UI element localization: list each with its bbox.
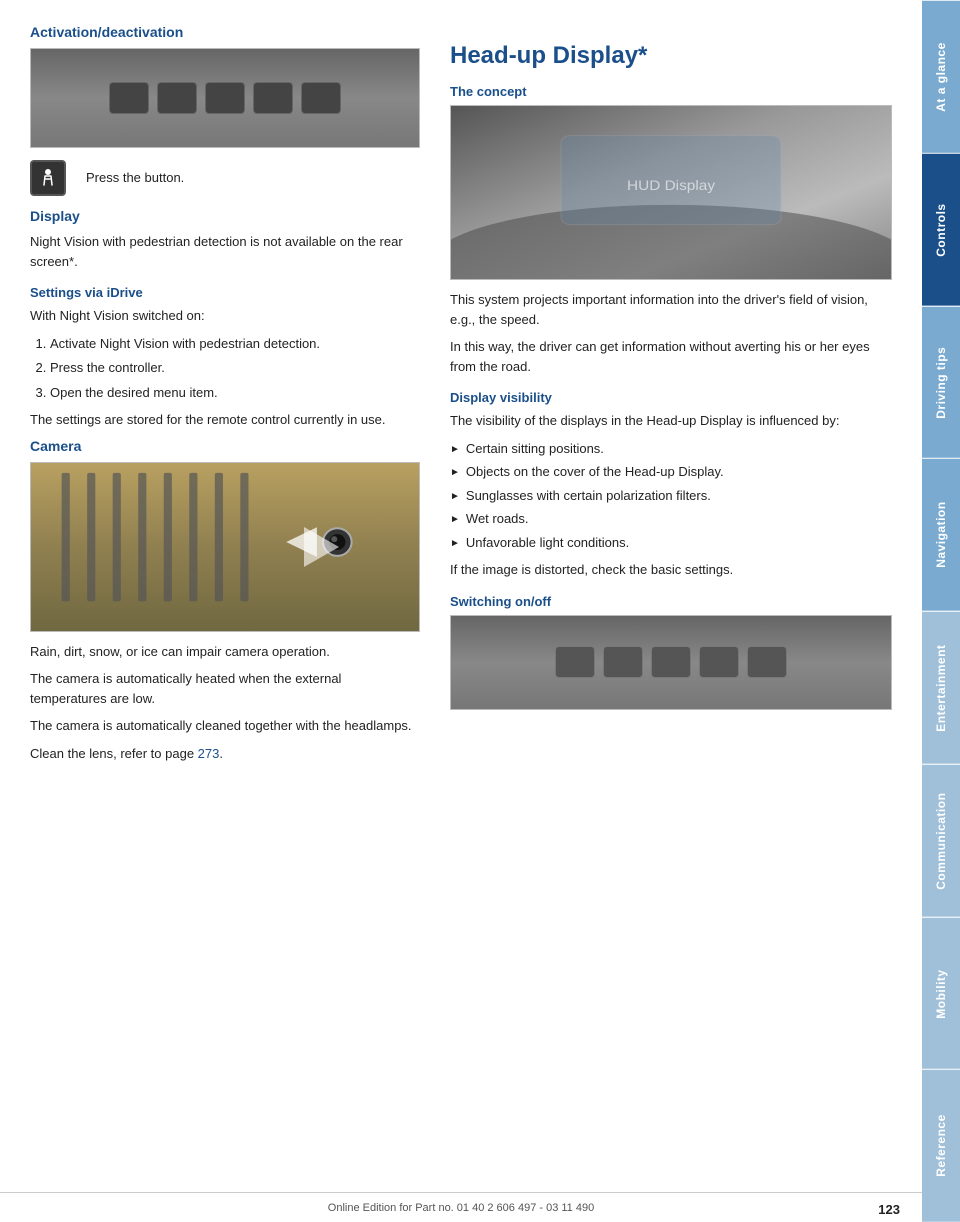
display-title: Display: [30, 208, 420, 224]
visibility-list: ► Certain sitting positions. ► Objects o…: [450, 439, 892, 553]
visibility-item-3: ► Sunglasses with certain polarization f…: [450, 486, 892, 506]
page-number: 123: [878, 1202, 900, 1217]
switch-ctrl-btn-2: [603, 646, 643, 678]
sidebar-tab-entertainment[interactable]: Entertainment: [922, 611, 960, 764]
camera-p4-end: .: [219, 746, 223, 761]
camera-image: [30, 462, 420, 632]
ctrl-btn-3: [205, 82, 245, 114]
camera-title: Camera: [30, 438, 420, 454]
step-2: Press the controller.: [50, 358, 420, 378]
camera-p4: Clean the lens, refer to page 273.: [30, 744, 420, 764]
sidebar-tab-label-6: Mobility: [934, 969, 948, 1018]
visibility-label-5: Unfavorable light conditions.: [466, 533, 629, 553]
visibility-label-4: Wet roads.: [466, 509, 529, 529]
arrow-icon-5: ►: [450, 536, 460, 551]
camera-page-link[interactable]: 273: [198, 746, 220, 761]
switch-ctrl-btn-5: [747, 646, 787, 678]
activation-title: Activation/deactivation: [30, 24, 420, 40]
arrow-icon-1: ►: [450, 442, 460, 457]
visibility-note: If the image is distorted, check the bas…: [450, 560, 892, 580]
step-1: Activate Night Vision with pedestrian de…: [50, 334, 420, 354]
sidebar-tab-communication[interactable]: Communication: [922, 764, 960, 917]
visibility-label-3: Sunglasses with certain polarization fil…: [466, 486, 711, 506]
night-vision-button-icon: [30, 160, 66, 196]
concept-p2: In this way, the driver can get informat…: [450, 337, 892, 376]
main-heading: Head-up Display*: [450, 42, 892, 70]
visibility-item-2: ► Objects on the cover of the Head-up Di…: [450, 462, 892, 482]
left-column: Activation/deactivation Press the button…: [30, 24, 420, 1182]
camera-p2: The camera is automatically heated when …: [30, 669, 420, 708]
hud-concept-image: HUD Display: [450, 105, 892, 280]
page-wrapper: Activation/deactivation Press the button…: [0, 0, 960, 1222]
sidebar-tab-label-7: Reference: [934, 1115, 948, 1178]
settings-title: Settings via iDrive: [30, 285, 420, 300]
concept-p1: This system projects important informati…: [450, 290, 892, 329]
visibility-item-5: ► Unfavorable light conditions.: [450, 533, 892, 553]
switch-ctrl-btn-1: [555, 646, 595, 678]
arrow-icon-2: ►: [450, 465, 460, 480]
ctrl-btn-5: [301, 82, 341, 114]
sidebar-tab-driving-tips[interactable]: Driving tips: [922, 306, 960, 459]
footer: Online Edition for Part no. 01 40 2 606 …: [0, 1192, 922, 1222]
camera-p3: The camera is automatically cleaned toge…: [30, 716, 420, 736]
svg-text:HUD Display: HUD Display: [627, 179, 716, 194]
sidebar-tab-navigation[interactable]: Navigation: [922, 458, 960, 611]
sidebar-tab-at-a-glance[interactable]: At a glance: [922, 0, 960, 153]
pedestrian-icon-svg: [37, 167, 59, 189]
press-text: Press the button.: [86, 170, 184, 185]
sidebar-tab-controls[interactable]: Controls: [922, 153, 960, 306]
display-text: Night Vision with pedestrian detection i…: [30, 232, 420, 271]
visibility-item-1: ► Certain sitting positions.: [450, 439, 892, 459]
switch-ctrl-btn-4: [699, 646, 739, 678]
arrow-icon-3: ►: [450, 489, 460, 504]
settings-steps-list: Activate Night Vision with pedestrian de…: [50, 334, 420, 403]
grille-svg: [31, 463, 419, 631]
visibility-label-1: Certain sitting positions.: [466, 439, 604, 459]
ctrl-btn-2: [157, 82, 197, 114]
ctrl-btn-1: [109, 82, 149, 114]
activation-image: [30, 48, 420, 148]
sidebar-tab-label-3: Navigation: [934, 502, 948, 568]
camera-p1: Rain, dirt, snow, or ice can impair came…: [30, 642, 420, 662]
sidebar-tab-label-4: Entertainment: [934, 644, 948, 731]
sidebar-tab-reference[interactable]: Reference: [922, 1069, 960, 1222]
sidebar-tab-label-5: Communication: [934, 792, 948, 889]
main-content: Activation/deactivation Press the button…: [0, 0, 922, 1222]
sidebar: At a glance Controls Driving tips Naviga…: [922, 0, 960, 1222]
step-3: Open the desired menu item.: [50, 383, 420, 403]
switch-ctrl-btn-3: [651, 646, 691, 678]
sidebar-tab-label-0: At a glance: [934, 42, 948, 112]
arrow-icon-4: ►: [450, 512, 460, 527]
display-visibility-title: Display visibility: [450, 390, 892, 405]
right-column: Head-up Display* The concept: [450, 24, 892, 1182]
press-row: Press the button.: [30, 158, 420, 196]
visibility-item-4: ► Wet roads.: [450, 509, 892, 529]
sidebar-tab-label-2: Driving tips: [934, 346, 948, 418]
ctrl-btn-4: [253, 82, 293, 114]
hud-concept-svg: HUD Display: [451, 106, 891, 279]
sidebar-tab-label-1: Controls: [934, 203, 948, 256]
concept-title: The concept: [450, 84, 892, 99]
footer-text: Online Edition for Part no. 01 40 2 606 …: [328, 1202, 594, 1214]
switching-image: [450, 615, 892, 710]
visibility-label-2: Objects on the cover of the Head-up Disp…: [466, 462, 724, 482]
settings-note: The settings are stored for the remote c…: [30, 410, 420, 430]
camera-p4-start: Clean the lens, refer to page: [30, 746, 198, 761]
switching-title: Switching on/off: [450, 594, 892, 609]
display-visibility-intro: The visibility of the displays in the He…: [450, 411, 892, 431]
settings-intro: With Night Vision switched on:: [30, 306, 420, 326]
sidebar-tab-mobility[interactable]: Mobility: [922, 917, 960, 1070]
